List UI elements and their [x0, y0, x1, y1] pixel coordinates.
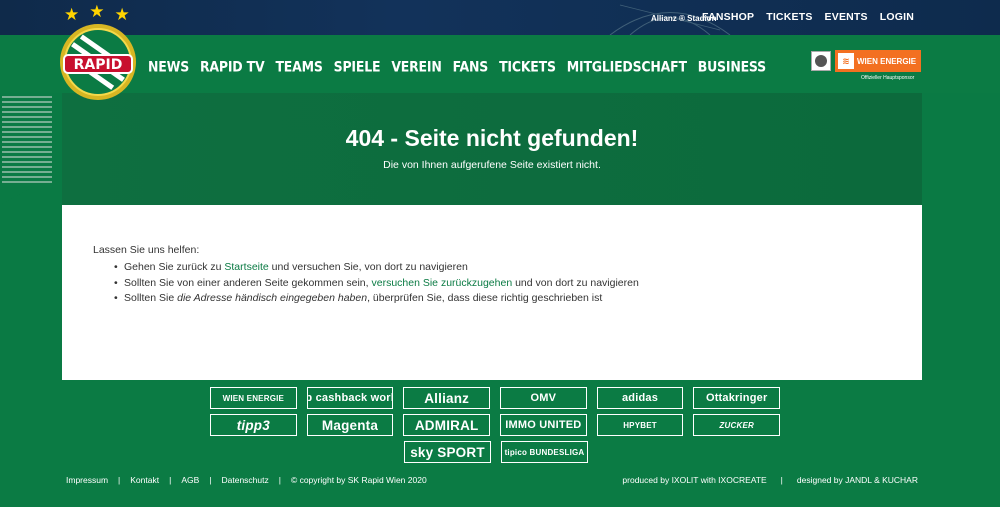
error-hero: 404 - Seite nicht gefunden! Die von Ihne…: [62, 93, 922, 205]
top-nav: FANSHOP TICKETS EVENTS LOGIN: [702, 11, 914, 23]
nav-item-rapid-tv[interactable]: RAPID TV: [200, 58, 265, 75]
top-link-login[interactable]: LOGIN: [880, 11, 914, 23]
separator: |: [169, 475, 172, 485]
footer-link-datenschutz[interactable]: Datenschutz: [221, 475, 268, 485]
top-link-events[interactable]: EVENTS: [825, 11, 868, 23]
separator: |: [278, 475, 281, 485]
homepage-link[interactable]: Startseite: [224, 261, 268, 273]
sponsor-allianz[interactable]: Allianz: [403, 387, 491, 409]
separator: |: [118, 475, 121, 485]
sponsor-row: sky SPORT tipico BUNDESLIGA: [404, 441, 780, 463]
star-icon: ★: [114, 5, 130, 24]
legal-links: Impressum | Kontakt | AGB | Datenschutz …: [66, 475, 427, 485]
sponsor-grid: WIEN ENERGIE cb cashback world Allianz O…: [210, 387, 781, 468]
designed-by-link[interactable]: designed by JANDL & KUCHAR: [797, 475, 918, 485]
list-item: Sollten Sie die Adresse händisch eingege…: [114, 291, 639, 307]
sponsor-row: WIEN ENERGIE cb cashback world Allianz O…: [210, 387, 781, 409]
separator: |: [209, 475, 212, 485]
sponsor-magenta[interactable]: Magenta: [306, 414, 394, 436]
sponsor-sky-sport[interactable]: sky SPORT: [404, 441, 491, 463]
list-emphasis: die Adresse händisch eingegeben haben: [177, 292, 368, 304]
go-back-link[interactable]: versuchen Sie zurückzugehen: [371, 277, 512, 289]
stripes-decoration: [0, 93, 54, 205]
nav-item-mitgliedschaft[interactable]: MITGLIEDSCHAFT: [567, 58, 687, 75]
logo-text: RAPID: [74, 57, 123, 73]
wien-energie-icon: ≋: [838, 53, 854, 69]
sponsor-admiral[interactable]: ADMIRAL: [403, 414, 491, 436]
sponsor-ottakringer[interactable]: Ottakringer: [693, 387, 781, 409]
credits: produced by IXOLIT with IXOCREATE | desi…: [622, 475, 918, 485]
star-icon: ★: [64, 5, 80, 24]
nav-item-fans[interactable]: FANS: [453, 58, 489, 75]
list-item: Gehen Sie zurück zu Startseite und versu…: [114, 260, 639, 276]
sponsor-omv[interactable]: OMV: [500, 387, 587, 409]
main-navigation: NEWS RAPID TV TEAMS SPIELE VEREIN FANS T…: [0, 35, 1000, 93]
top-link-tickets[interactable]: TICKETS: [766, 11, 812, 23]
sponsor-zucker[interactable]: ZUCKER: [693, 414, 781, 436]
error-content: Lassen Sie uns helfen: Gehen Sie zurück …: [62, 205, 922, 380]
list-text: und von dort zu navigieren: [512, 276, 639, 289]
list-text: Sollten Sie: [124, 292, 178, 304]
wien-energie-logo: ≋ WIEN ENERGIE: [835, 50, 921, 72]
footer: WIEN ENERGIE cb cashback world Allianz O…: [0, 380, 1000, 507]
top-link-fanshop[interactable]: FANSHOP: [702, 11, 754, 23]
top-bar: ★ ★ ★ Allianz ® Stadion FANSHOP TICKETS …: [0, 0, 1000, 35]
sponsor-row: tipp3 Magenta ADMIRAL IMMO UNITED HPYBET…: [210, 414, 781, 436]
list-text: Gehen Sie zurück zu: [124, 261, 225, 273]
star-icon: ★: [89, 2, 105, 21]
nav-item-business[interactable]: BUSINESS: [698, 58, 766, 75]
sponsor-hpybet[interactable]: HPYBET: [596, 414, 684, 436]
nav-item-spiele[interactable]: SPIELE: [334, 58, 381, 75]
list-text: und versuchen Sie, von dort zu navigiere…: [268, 261, 468, 273]
nav-item-verein[interactable]: VEREIN: [391, 58, 441, 75]
help-list: Gehen Sie zurück zu Startseite und versu…: [114, 260, 639, 307]
footer-link-kontakt[interactable]: Kontakt: [130, 475, 159, 485]
list-text: Sollten Sie von einer anderen Seite geko…: [124, 276, 372, 289]
sponsor-name: WIEN ENERGIE: [857, 56, 917, 66]
page-title: 404 - Seite nicht gefunden!: [345, 125, 639, 151]
list-text: , überprüfen Sie, dass diese richtig ges…: [367, 292, 603, 304]
seal-icon: [811, 51, 831, 71]
separator: |: [780, 475, 783, 485]
page-subtitle: Die von Ihnen aufgerufene Seite existier…: [383, 159, 601, 171]
rapid-logo[interactable]: RAPID: [58, 22, 138, 102]
sponsor-adidas[interactable]: adidas: [596, 387, 684, 409]
footer-link-impressum[interactable]: Impressum: [66, 475, 108, 485]
sponsor-cashback-world[interactable]: cb cashback world: [306, 387, 394, 409]
sponsor-tipico-bundesliga[interactable]: tipico BUNDESLIGA: [501, 441, 588, 463]
championship-stars: ★ ★ ★: [64, 2, 130, 24]
sponsor-tipp3[interactable]: tipp3: [210, 414, 297, 436]
list-item: Sollten Sie von einer anderen Seite geko…: [114, 276, 639, 292]
footer-link-agb[interactable]: AGB: [181, 475, 199, 485]
main-sponsor[interactable]: ≋ WIEN ENERGIE: [811, 50, 921, 72]
help-intro: Lassen Sie uns helfen:: [93, 244, 200, 256]
nav-item-teams[interactable]: TEAMS: [275, 58, 322, 75]
sponsor-wien-energie[interactable]: WIEN ENERGIE: [210, 387, 297, 409]
nav-item-news[interactable]: NEWS: [148, 58, 189, 75]
produced-by-link[interactable]: produced by IXOLIT with IXOCREATE: [622, 475, 766, 485]
nav-item-tickets[interactable]: TICKETS: [499, 58, 556, 75]
sponsor-caption: Offizieller Hauptsponsor: [861, 75, 915, 81]
copyright: © copyright by SK Rapid Wien 2020: [290, 475, 427, 485]
nav-items: NEWS RAPID TV TEAMS SPIELE VEREIN FANS T…: [148, 58, 777, 75]
sponsor-immo-united[interactable]: IMMO UNITED: [500, 414, 587, 436]
